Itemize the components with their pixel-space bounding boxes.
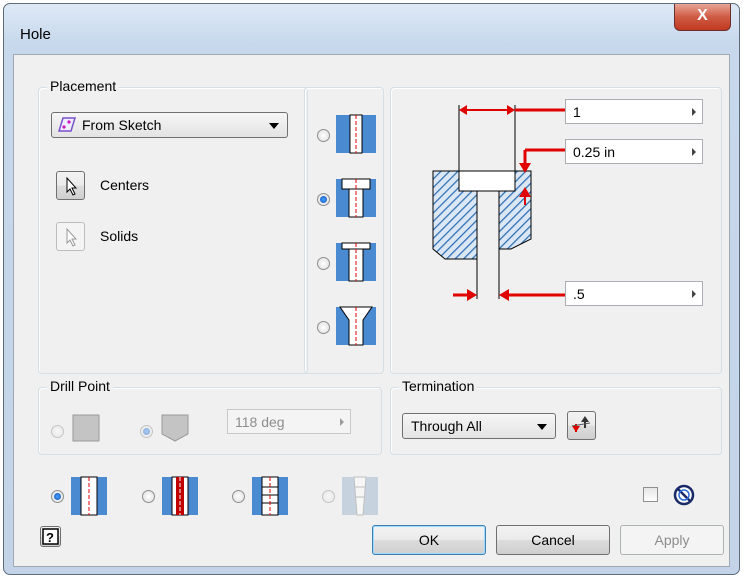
diameter-bottom-field[interactable]: .5: [565, 281, 703, 306]
flip-direction-button[interactable]: [567, 411, 596, 440]
diameter-bottom-value: .5: [573, 286, 585, 302]
spotface-hole-icon: [336, 242, 376, 282]
placement-mode-value: From Sketch: [82, 117, 162, 133]
svg-text:?: ?: [46, 530, 54, 545]
no-symbol-icon[interactable]: [672, 483, 696, 507]
termination-select[interactable]: Through All: [402, 413, 556, 439]
angled-drill-point-icon: [161, 414, 189, 442]
chevron-down-icon: [537, 424, 547, 430]
thread-simple-radio[interactable]: [51, 490, 64, 503]
drill-angle-field[interactable]: 118 deg: [227, 409, 351, 434]
cursor-arrow-icon: [66, 227, 78, 247]
dialog-client: Placement From Sketch Centers Solids 1 0…: [13, 54, 730, 567]
help-button[interactable]: ?: [40, 526, 61, 547]
chevron-right-icon[interactable]: [334, 410, 350, 433]
drill-point-angle-radio[interactable]: [140, 425, 153, 438]
hole-type-simple-radio[interactable]: [317, 129, 330, 142]
simple-thread-icon: [71, 476, 107, 516]
chevron-right-icon[interactable]: [686, 140, 702, 163]
drill-angle-value: 118 deg: [235, 414, 285, 430]
hole-preview-diagram: [432, 105, 569, 301]
ok-button[interactable]: OK: [372, 525, 486, 555]
help-icon: ?: [42, 528, 59, 545]
flip-direction-icon: [571, 416, 591, 432]
placement-label: Placement: [47, 78, 120, 94]
hole-type-countersink-radio[interactable]: [317, 321, 330, 334]
centers-label: Centers: [100, 177, 150, 193]
chevron-right-icon[interactable]: [686, 282, 702, 305]
placement-mode-select[interactable]: From Sketch: [51, 112, 288, 138]
diameter-top-field[interactable]: 1: [565, 99, 703, 124]
apply-button[interactable]: Apply: [620, 525, 724, 555]
hole-dialog: Hole X Placement From Sketch Centers Sol…: [3, 3, 740, 575]
cancel-button[interactable]: Cancel: [496, 525, 610, 555]
hole-type-spotface-radio[interactable]: [317, 257, 330, 270]
diameter-top-value: 1: [573, 104, 581, 120]
tapped-thread-icon: [252, 476, 288, 516]
thread-tapped-radio[interactable]: [232, 490, 245, 503]
close-button[interactable]: X: [674, 4, 731, 31]
thread-clearance-radio[interactable]: [142, 490, 155, 503]
termination-value: Through All: [411, 418, 482, 434]
depth-field[interactable]: 0.25 in: [565, 139, 703, 164]
hole-type-counterbore-radio[interactable]: [317, 193, 330, 206]
infer-checkbox[interactable]: [643, 487, 658, 502]
drill-point-label: Drill Point: [47, 378, 113, 394]
solids-button[interactable]: [56, 222, 85, 251]
thread-taper-radio[interactable]: [322, 490, 335, 503]
solids-label: Solids: [100, 228, 139, 244]
drill-point-flat-radio[interactable]: [51, 425, 64, 438]
flat-drill-point-icon: [72, 414, 100, 442]
simple-hole-icon: [336, 114, 376, 154]
dialog-title: Hole: [20, 26, 51, 43]
cursor-arrow-icon: [66, 176, 78, 196]
depth-value: 0.25 in: [573, 144, 616, 160]
sketch-icon: [57, 117, 77, 136]
termination-label: Termination: [399, 378, 478, 394]
chevron-right-icon[interactable]: [686, 100, 702, 123]
countersink-hole-icon: [336, 306, 376, 346]
taper-thread-icon: [342, 476, 378, 516]
clearance-thread-icon: [162, 476, 198, 516]
counterbore-hole-icon: [336, 178, 376, 218]
chevron-down-icon: [269, 123, 279, 129]
centers-button[interactable]: [56, 171, 85, 200]
